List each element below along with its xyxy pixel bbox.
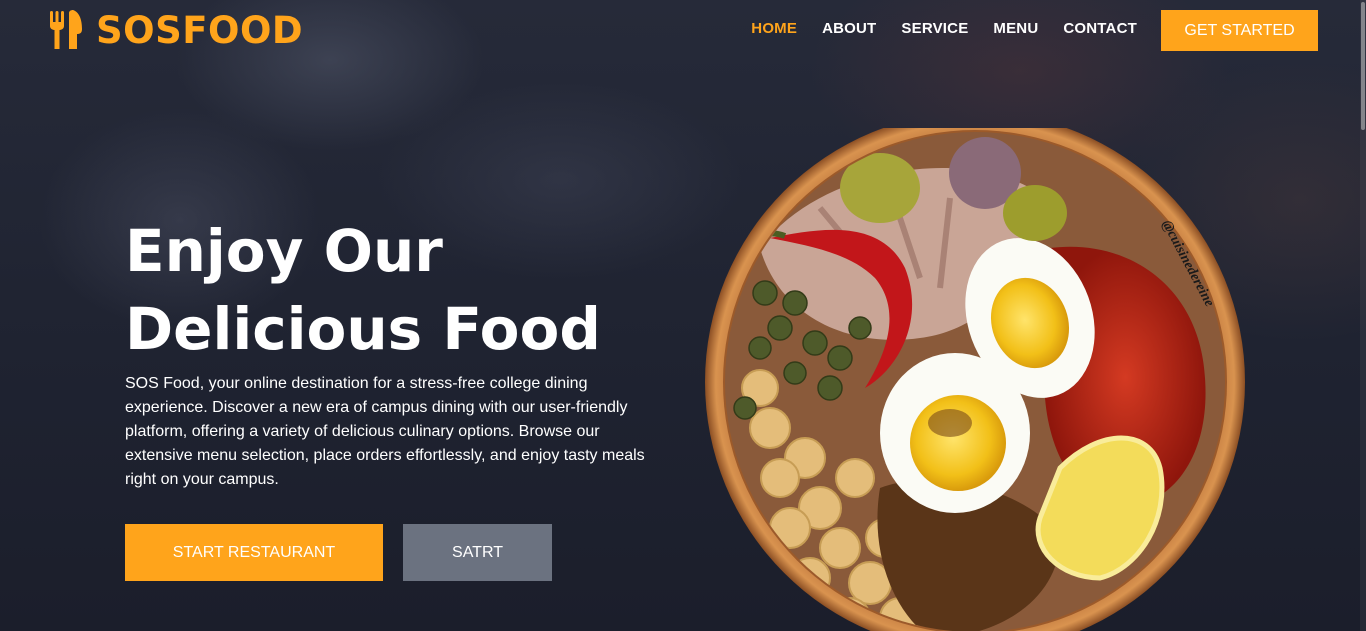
site-header: SOSFOOD HOME ABOUT SERVICE MENU CONTACT … bbox=[0, 0, 1366, 62]
hero-section: SOSFOOD HOME ABOUT SERVICE MENU CONTACT … bbox=[0, 0, 1366, 631]
nav-item-service[interactable]: SERVICE bbox=[901, 20, 968, 37]
hero-title: Enjoy Our Delicious Food bbox=[125, 212, 685, 368]
page-scrollbar[interactable] bbox=[1360, 0, 1366, 631]
hero-title-line1: Enjoy Our bbox=[125, 217, 443, 285]
start-restaurant-button[interactable]: START RESTAURANT bbox=[125, 524, 383, 581]
fork-knife-icon bbox=[50, 10, 82, 49]
food-bowl-image: @cuisinedereine bbox=[705, 128, 1245, 631]
nav-item-menu[interactable]: MENU bbox=[993, 20, 1038, 37]
logo-link[interactable]: SOSFOOD bbox=[48, 8, 303, 52]
brand-name: SOSFOOD bbox=[96, 8, 304, 52]
hero-description: SOS Food, your online destination for a … bbox=[125, 375, 645, 488]
start-button[interactable]: SATRT bbox=[403, 524, 552, 581]
nav-item-about[interactable]: ABOUT bbox=[822, 20, 876, 37]
nav-item-home[interactable]: HOME bbox=[751, 20, 797, 37]
scrollbar-thumb[interactable] bbox=[1361, 2, 1365, 130]
main-nav: HOME ABOUT SERVICE MENU CONTACT bbox=[751, 20, 1137, 37]
nav-item-contact[interactable]: CONTACT bbox=[1063, 20, 1137, 37]
hero-title-line2: Delicious Food bbox=[125, 295, 601, 363]
get-started-button[interactable]: GET STARTED bbox=[1161, 10, 1318, 51]
